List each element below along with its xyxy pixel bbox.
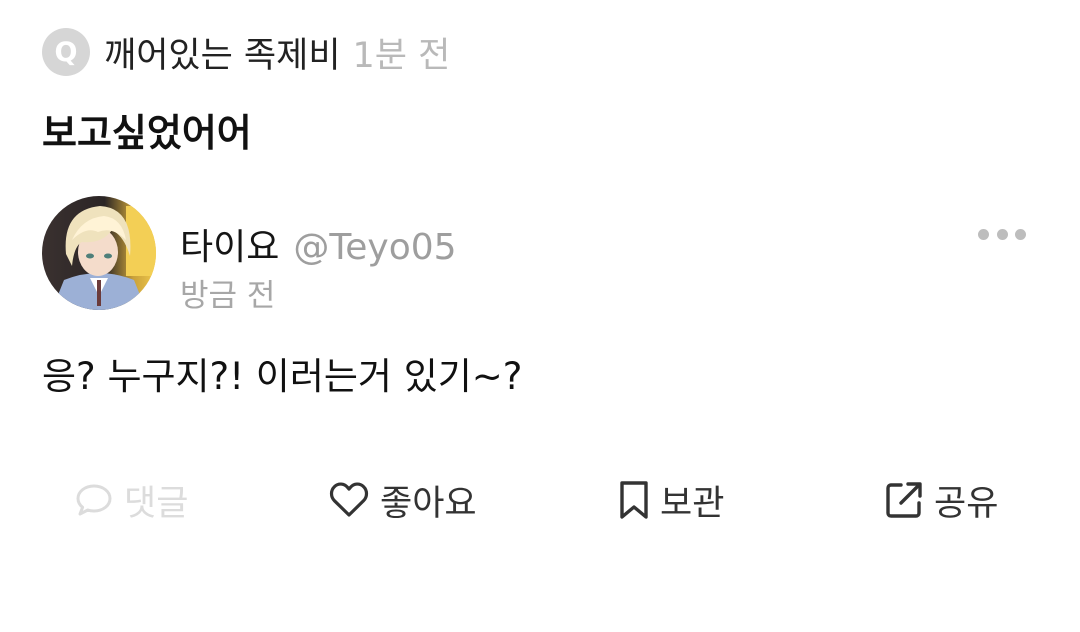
q-badge-letter: Q [54, 36, 78, 68]
question-text: 보고싶었어어 [42, 111, 252, 155]
asker-name: 깨어있는 족제비 [104, 35, 341, 76]
share-label: 공유 [934, 483, 999, 524]
q-circle-icon: Q [42, 28, 90, 76]
more-dots-icon[interactable] [978, 221, 1026, 247]
avatar-image [42, 196, 156, 310]
comment-button[interactable]: 댓글 [74, 474, 188, 526]
share-external-icon [886, 482, 922, 518]
avatar[interactable] [42, 196, 156, 310]
qna-card: Q 깨어있는 족제비 1분 전 보고싶었어어 타이요 @Teyo05 방금 전 … [0, 0, 1080, 632]
author-handle[interactable]: @Teyo05 [293, 227, 456, 268]
share-button[interactable]: 공유 [884, 474, 998, 526]
like-button[interactable]: 좋아요 [328, 474, 477, 526]
post-time: 방금 전 [180, 278, 276, 314]
author-line: 타이요 @Teyo05 [180, 218, 457, 270]
heart-outline-icon [329, 482, 369, 517]
question-header: Q 깨어있는 족제비 1분 전 [42, 28, 450, 76]
speech-bubble-icon [76, 484, 112, 516]
save-button[interactable]: 보관 [618, 474, 724, 526]
bookmark-outline-icon [620, 481, 648, 519]
answer-text: 응? 누구지?! 이러는거 있기~? [42, 355, 523, 398]
save-label: 보관 [660, 483, 725, 524]
like-label: 좋아요 [380, 483, 477, 524]
comment-label: 댓글 [124, 483, 189, 524]
author-name[interactable]: 타이요 [180, 218, 279, 270]
question-time: 1분 전 [352, 35, 451, 76]
